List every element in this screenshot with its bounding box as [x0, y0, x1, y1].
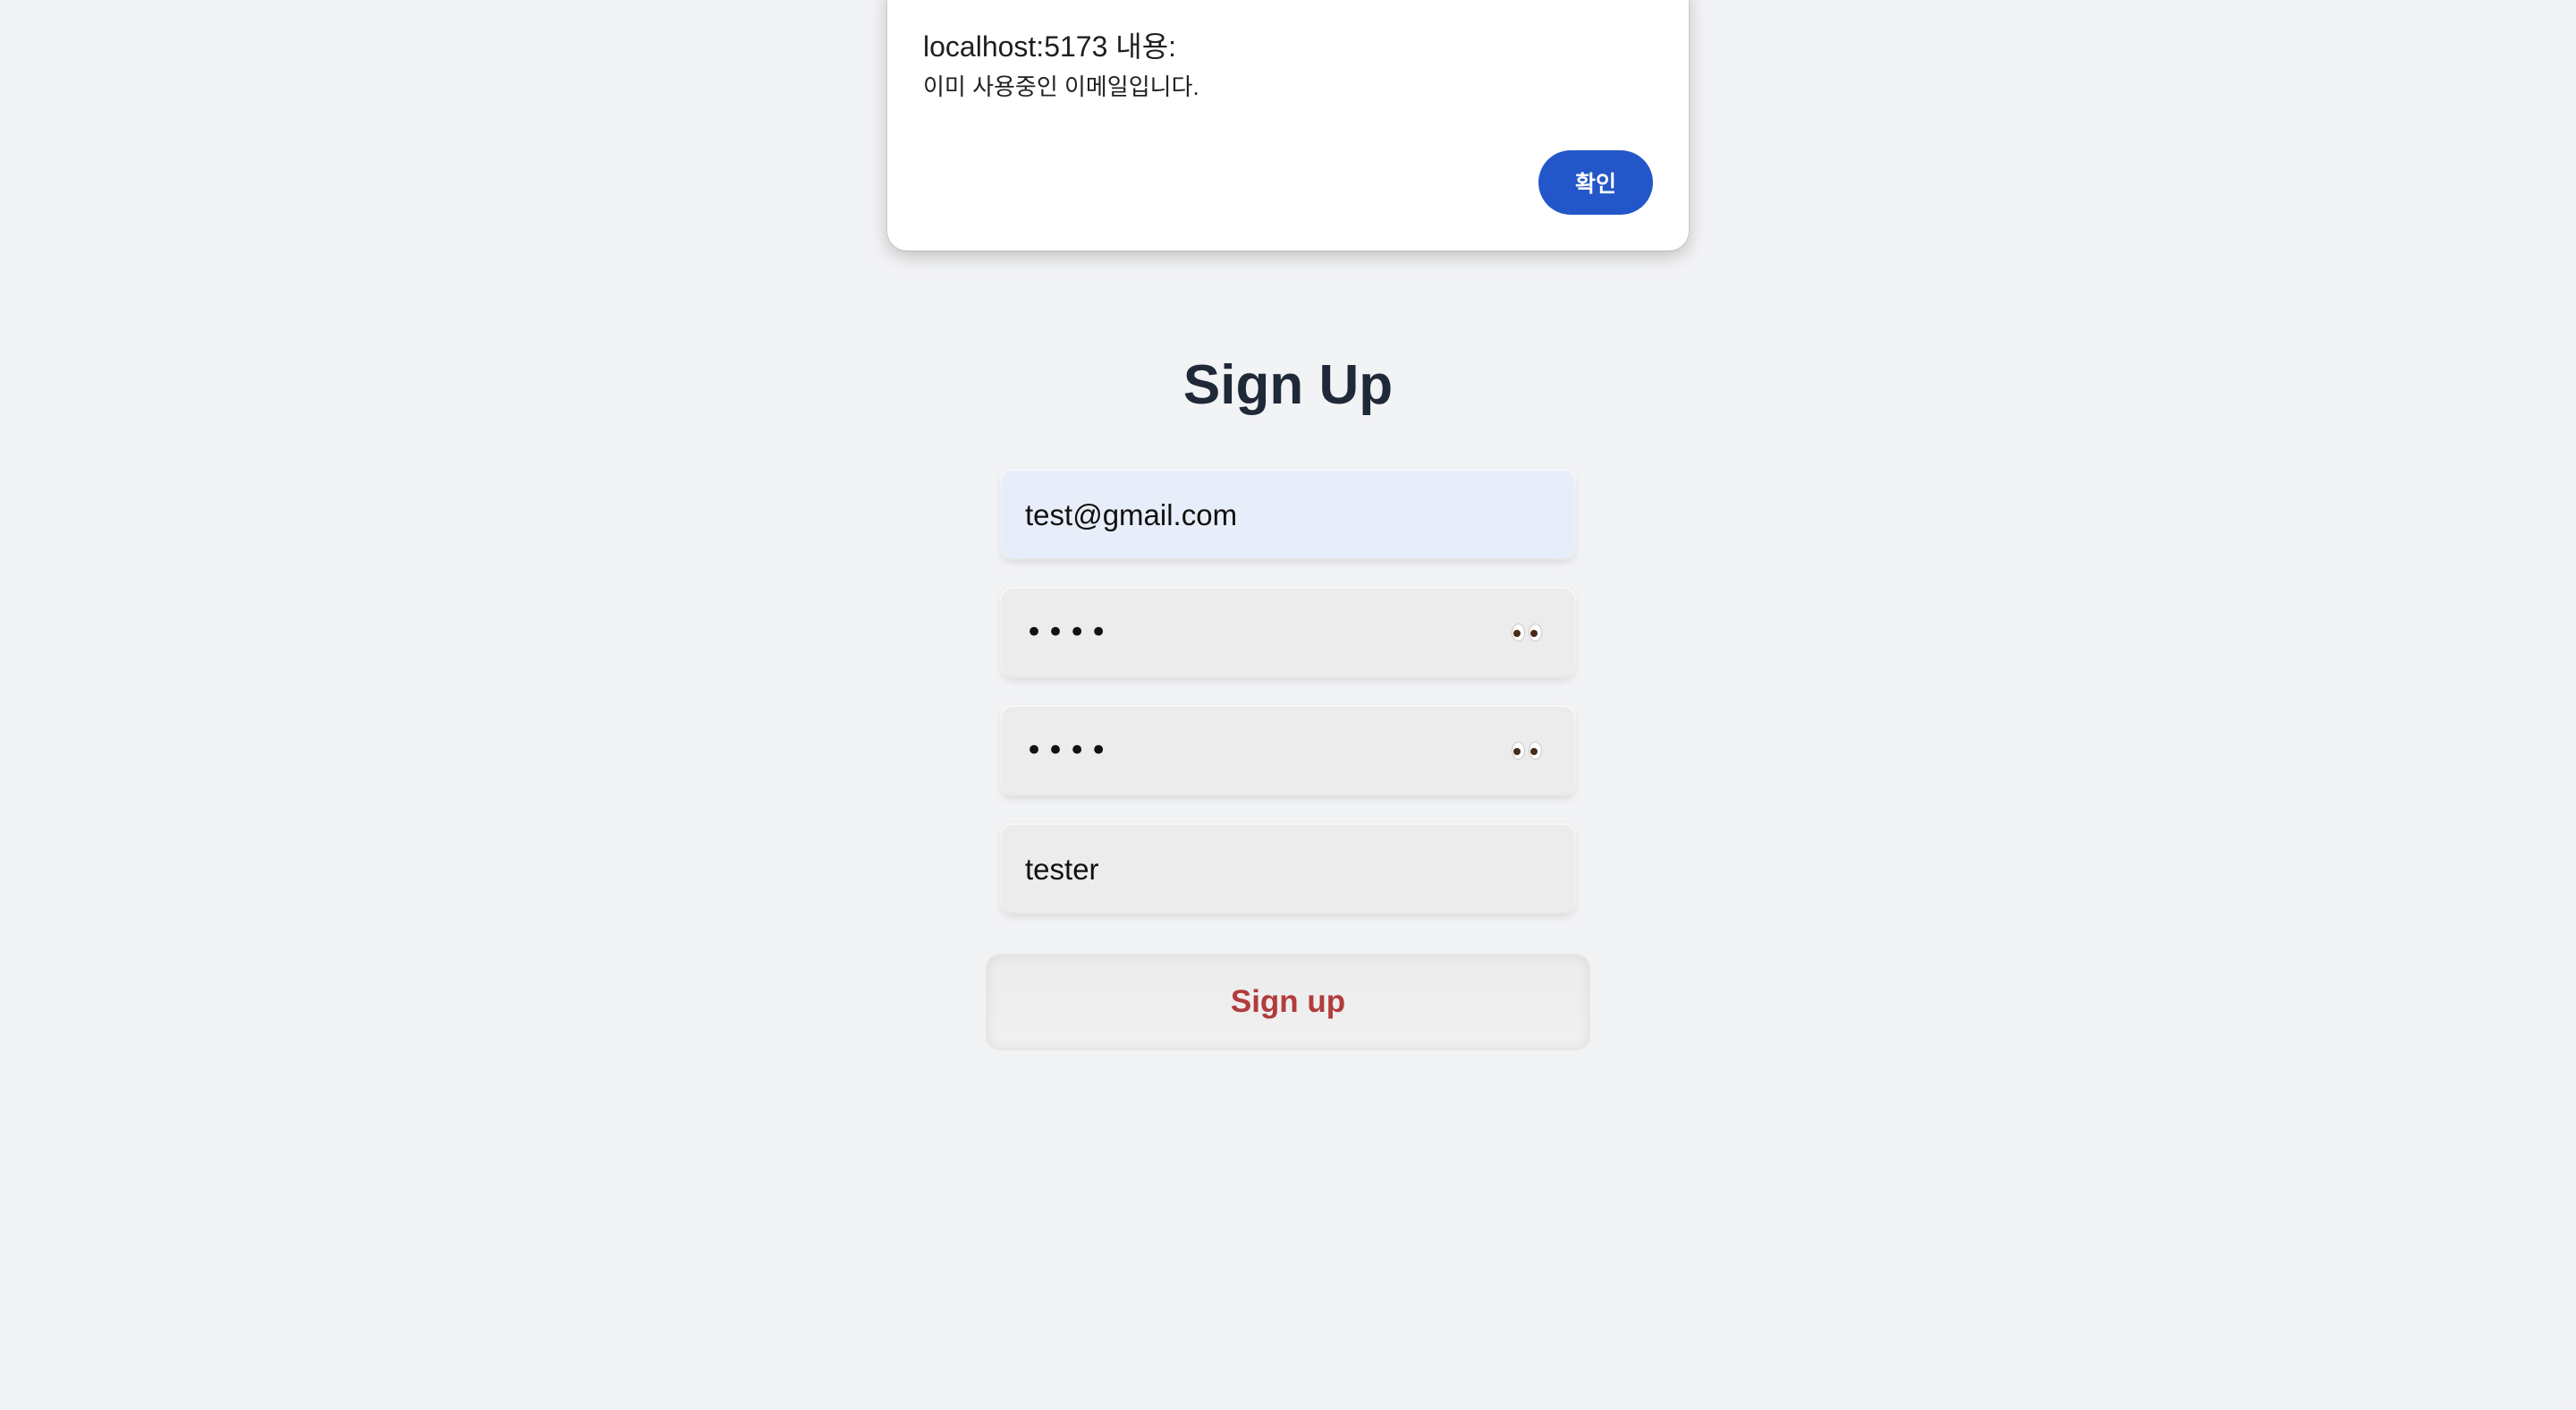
- nickname-field[interactable]: tester: [1002, 825, 1574, 913]
- password-field-value: ••••: [1025, 615, 1112, 650]
- password-confirm-field-value: ••••: [1025, 733, 1112, 769]
- eye-left: [1512, 742, 1525, 760]
- page-title: Sign Up: [1182, 354, 1394, 416]
- password-confirm-field[interactable]: ••••: [1002, 707, 1574, 794]
- email-field-value: test@gmail.com: [1025, 497, 1238, 531]
- alert-ok-button[interactable]: 확인: [1538, 150, 1653, 215]
- app-page: Sign Up test@gmail.com •••• •••• tester …: [0, 0, 2576, 1410]
- alert-title: localhost:5173 내용:: [923, 30, 1177, 63]
- sign-up-button[interactable]: Sign up: [987, 956, 1589, 1049]
- eye-right: [1529, 742, 1542, 760]
- eye-left: [1512, 624, 1525, 641]
- nickname-field-value: tester: [1025, 852, 1099, 886]
- eyes-icon[interactable]: [1512, 741, 1542, 760]
- eye-right: [1529, 624, 1542, 641]
- alert-message: 이미 사용중인 이메일입니다.: [923, 73, 1199, 100]
- password-field[interactable]: ••••: [1002, 589, 1574, 676]
- email-field[interactable]: test@gmail.com: [1002, 471, 1574, 558]
- eyes-icon[interactable]: [1512, 623, 1542, 642]
- alert-dialog: localhost:5173 내용: 이미 사용중인 이메일입니다. 확인: [887, 0, 1689, 251]
